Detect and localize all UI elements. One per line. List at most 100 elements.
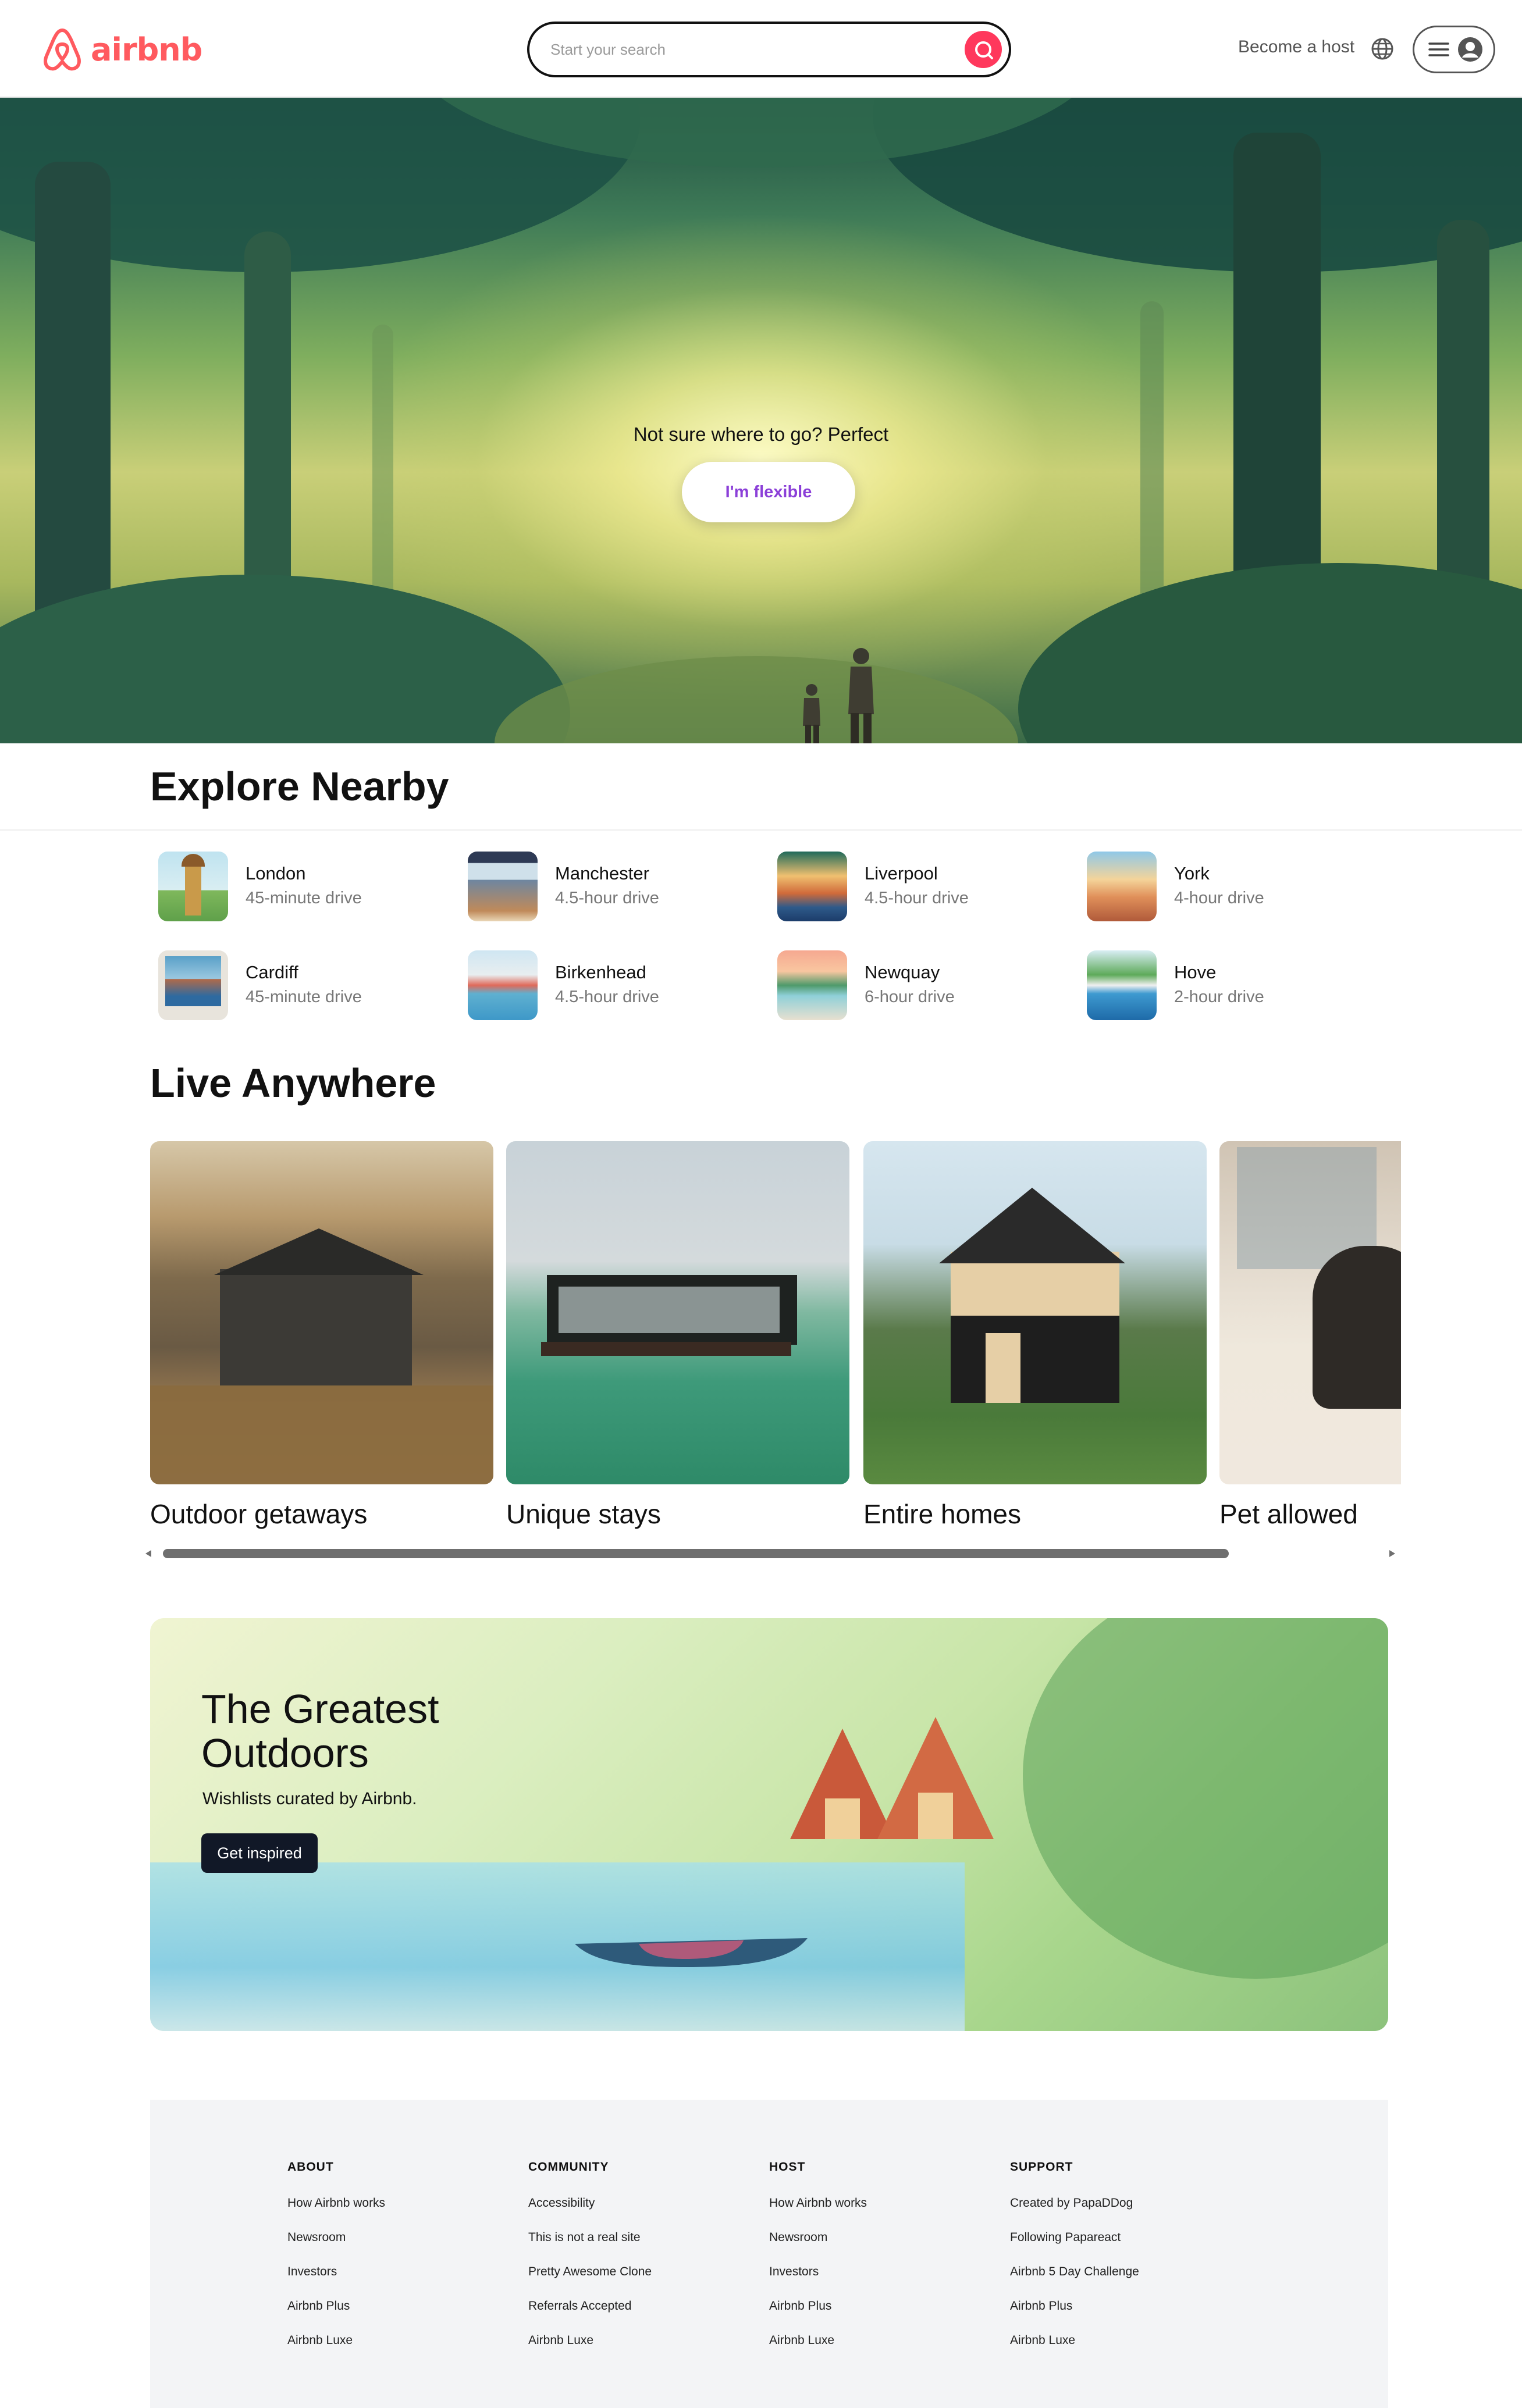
footer-link[interactable]: Airbnb Plus <box>1010 2299 1243 2334</box>
airbnb-logo-icon <box>44 29 81 71</box>
footer-link[interactable]: Airbnb Luxe <box>1010 2334 1243 2368</box>
manchester-thumbnail <box>468 852 538 921</box>
footer-link[interactable]: Airbnb Luxe <box>769 2334 1002 2368</box>
liverpool-thumbnail <box>777 852 847 921</box>
logo-wordmark: airbnb <box>91 31 202 68</box>
footer-link[interactable]: Accessibility <box>528 2196 761 2231</box>
section-divider <box>0 829 1522 831</box>
footer-heading: HOST <box>769 2160 806 2174</box>
nearby-place-manchester[interactable]: Manchester 4.5-hour drive <box>461 852 752 924</box>
footer-link[interactable]: This is not a real site <box>528 2231 761 2265</box>
card-pet-allowed[interactable]: Pet allowed <box>1219 1141 1401 1530</box>
footer-link[interactable]: Investors <box>287 2265 520 2299</box>
footer-link[interactable]: Created by PapaDDog <box>1010 2196 1243 2231</box>
live-anywhere-carousel[interactable]: Outdoor getaways Unique stays Entire hom… <box>150 1141 1401 1543</box>
nearby-place-newquay[interactable]: Newquay 6-hour drive <box>770 950 1061 1023</box>
footer-link[interactable]: Investors <box>769 2265 1002 2299</box>
greatest-outdoors-banner: The Greatest Outdoors Wishlists curated … <box>150 1618 1388 2031</box>
newquay-thumbnail <box>777 950 847 1020</box>
hero-undergrowth <box>0 575 570 743</box>
get-inspired-button[interactable]: Get inspired <box>201 1833 318 1873</box>
cardiff-thumbnail <box>158 950 228 1020</box>
place-distance: 2-hour drive <box>1174 988 1264 1006</box>
footer-column-about: ABOUT How Airbnb works Newsroom Investor… <box>287 2160 520 2368</box>
airbnb-logo[interactable]: airbnb <box>42 26 202 73</box>
nearby-place-york[interactable]: York 4-hour drive <box>1080 852 1371 924</box>
footer-link[interactable]: How Airbnb works <box>769 2196 1002 2231</box>
card-unique-stays[interactable]: Unique stays <box>506 1141 849 1530</box>
place-name: Hove <box>1174 962 1217 982</box>
hove-thumbnail <box>1087 950 1157 1020</box>
user-menu-button[interactable] <box>1413 26 1495 73</box>
entire-homes-image <box>863 1141 1207 1484</box>
scroll-left-icon[interactable] <box>144 1549 152 1558</box>
become-host-link[interactable]: Become a host <box>1238 37 1354 57</box>
place-distance: 45-minute drive <box>246 988 362 1006</box>
banner-foliage <box>1023 1618 1388 1979</box>
carousel-scrollbar[interactable] <box>142 1547 1396 1560</box>
footer-link[interactable]: Referrals Accepted <box>528 2299 761 2334</box>
scroll-right-icon[interactable] <box>1388 1549 1396 1558</box>
footer-link[interactable]: Airbnb 5 Day Challenge <box>1010 2265 1243 2299</box>
unique-stays-image <box>506 1141 849 1484</box>
scrollbar-thumb[interactable] <box>163 1549 1229 1558</box>
footer-column-support: SUPPORT Created by PapaDDog Following Pa… <box>1010 2160 1243 2368</box>
hero-banner: Not sure where to go? Perfect I'm flexib… <box>0 98 1522 743</box>
place-name: Liverpool <box>865 863 938 884</box>
pet-allowed-image <box>1219 1141 1401 1484</box>
footer-link[interactable]: Airbnb Plus <box>287 2299 520 2334</box>
place-distance: 4.5-hour drive <box>555 988 659 1006</box>
card-title: Pet allowed <box>1219 1499 1358 1529</box>
banner-canoe-illustration <box>575 1938 808 1967</box>
place-name: Birkenhead <box>555 962 646 982</box>
card-entire-homes[interactable]: Entire homes <box>863 1141 1207 1530</box>
search-bar[interactable] <box>527 22 1011 77</box>
card-title: Outdoor getaways <box>150 1499 368 1529</box>
hero-hikers-illustration <box>803 648 874 743</box>
footer-link[interactable]: Pretty Awesome Clone <box>528 2265 761 2299</box>
nearby-place-london[interactable]: London 45-minute drive <box>151 852 442 924</box>
footer-link[interactable]: Airbnb Plus <box>769 2299 1002 2334</box>
footer-heading: ABOUT <box>287 2160 334 2174</box>
nearby-place-hove[interactable]: Hove 2-hour drive <box>1080 950 1371 1023</box>
card-title: Unique stays <box>506 1499 661 1529</box>
london-thumbnail <box>158 852 228 921</box>
nearby-place-birkenhead[interactable]: Birkenhead 4.5-hour drive <box>461 950 752 1023</box>
im-flexible-button[interactable]: I'm flexible <box>682 462 855 522</box>
nearby-place-cardiff[interactable]: Cardiff 45-minute drive <box>151 950 442 1023</box>
explore-nearby-heading: Explore Nearby <box>150 764 449 809</box>
site-footer: ABOUT How Airbnb works Newsroom Investor… <box>150 2100 1388 2408</box>
banner-lake <box>150 1862 965 2031</box>
globe-icon[interactable] <box>1371 37 1394 60</box>
footer-column-host: HOST How Airbnb works Newsroom Investors… <box>769 2160 1002 2368</box>
place-name: London <box>246 863 306 884</box>
footer-link[interactable]: How Airbnb works <box>287 2196 520 2231</box>
place-distance: 45-minute drive <box>246 889 362 907</box>
footer-link[interactable]: Following Papareact <box>1010 2231 1243 2265</box>
search-input[interactable] <box>550 40 923 59</box>
place-name: York <box>1174 863 1210 884</box>
footer-link[interactable]: Airbnb Luxe <box>287 2334 520 2368</box>
search-icon <box>975 41 993 59</box>
footer-column-community: COMMUNITY Accessibility This is not a re… <box>528 2160 761 2368</box>
hamburger-icon <box>1428 42 1449 56</box>
top-header: airbnb Become a host <box>0 0 1522 98</box>
place-distance: 4.5-hour drive <box>865 889 969 907</box>
banner-cabins-illustration <box>790 1717 994 1839</box>
avatar-icon <box>1458 37 1482 62</box>
footer-link[interactable]: Airbnb Luxe <box>528 2334 761 2368</box>
search-button[interactable] <box>965 31 1002 68</box>
card-outdoor-getaways[interactable]: Outdoor getaways <box>150 1141 493 1530</box>
footer-heading: COMMUNITY <box>528 2160 609 2174</box>
footer-heading: SUPPORT <box>1010 2160 1073 2174</box>
footer-link[interactable]: Newsroom <box>769 2231 1002 2265</box>
place-name: Manchester <box>555 863 649 884</box>
place-distance: 4.5-hour drive <box>555 889 659 907</box>
place-distance: 4-hour drive <box>1174 889 1264 907</box>
footer-link[interactable]: Newsroom <box>287 2231 520 2265</box>
york-thumbnail <box>1087 852 1157 921</box>
place-distance: 6-hour drive <box>865 988 955 1006</box>
nearby-place-liverpool[interactable]: Liverpool 4.5-hour drive <box>770 852 1061 924</box>
outdoor-getaways-image <box>150 1141 493 1484</box>
birkenhead-thumbnail <box>468 950 538 1020</box>
